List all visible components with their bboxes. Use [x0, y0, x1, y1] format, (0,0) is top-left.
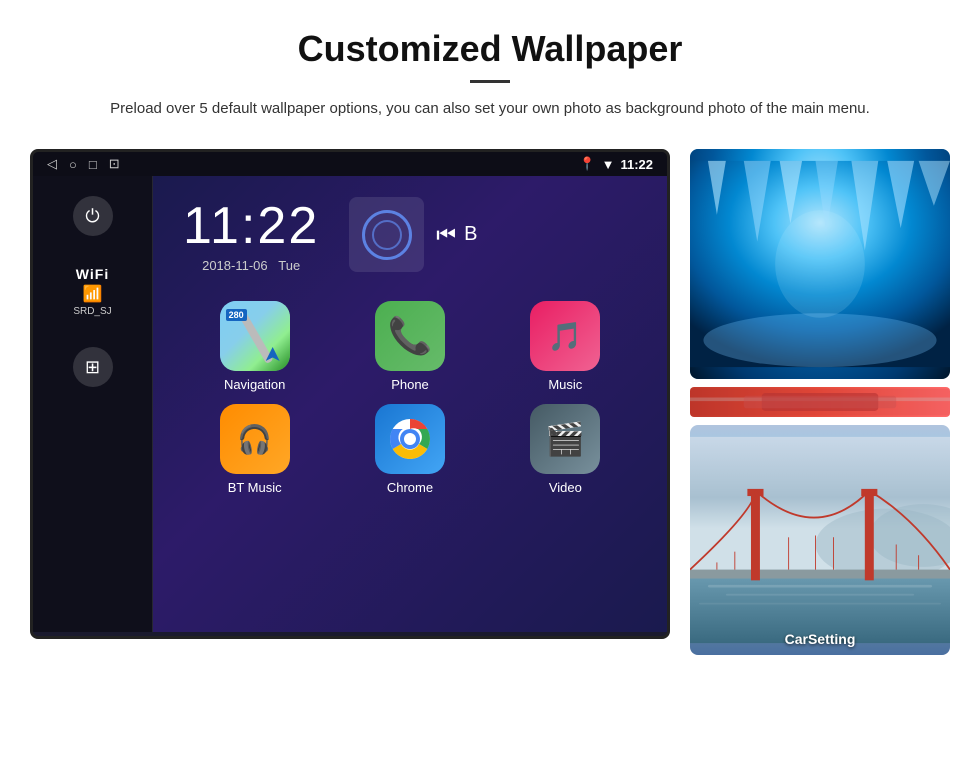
power-button[interactable]: ⏻ — [73, 196, 113, 236]
bridge-svg — [690, 425, 950, 655]
media-controls: ⏮ B — [436, 222, 477, 248]
carsetting-label: CarSetting — [690, 631, 950, 647]
clock-date: 2018-11-06 Tue — [183, 258, 319, 273]
clock-area: 11:22 2018-11-06 Tue — [163, 186, 657, 283]
wifi-widget: WiFi 📶 SRD_SJ — [73, 266, 111, 317]
video-label: Video — [549, 480, 582, 495]
status-bar-left: ◁ ○ □ ⊡ — [47, 156, 120, 172]
music-icon: 🎵 — [530, 301, 600, 371]
music-note-icon: 🎵 — [548, 320, 583, 353]
back-nav-icon[interactable]: ◁ — [47, 156, 57, 172]
video-icon: 🎬 — [530, 404, 600, 474]
chrome-logo-svg — [386, 415, 434, 463]
music-label: Music — [548, 377, 582, 392]
app-item-phone[interactable]: 📞 Phone — [338, 301, 481, 392]
video-clap-icon: 🎬 — [545, 420, 585, 458]
app-item-music[interactable]: 🎵 Music — [494, 301, 637, 392]
status-bar: ◁ ○ □ ⊡ 📍 ▼ 11:22 — [33, 152, 667, 176]
btmusic-icon: 🎧 — [220, 404, 290, 474]
bluetooth-icon: 🎧 — [237, 423, 272, 456]
wallpaper-preview-ice[interactable] — [690, 149, 950, 379]
page-title: Customized Wallpaper — [80, 28, 900, 70]
recent-nav-icon[interactable]: □ — [89, 157, 97, 172]
middle-strip-svg — [690, 387, 950, 417]
signal-ring-icon — [362, 210, 412, 260]
apps-grid-button[interactable]: ⊞ — [73, 347, 113, 387]
btmusic-label: BT Music — [228, 480, 282, 495]
app-item-chrome[interactable]: Chrome — [338, 404, 481, 495]
wallpaper-preview-bridge[interactable]: CarSetting — [690, 425, 950, 655]
sidebar: ⏻ WiFi 📶 SRD_SJ ⊞ — [33, 176, 153, 632]
wifi-label: WiFi — [73, 266, 111, 282]
media-widget: ⏮ B — [349, 197, 477, 272]
clock-time: 11:22 — [183, 196, 319, 256]
status-bar-right: 📍 ▼ 11:22 — [579, 156, 653, 172]
app-item-navigation[interactable]: 280 Navigation — [183, 301, 326, 392]
bridge-scene-background — [690, 425, 950, 655]
phone-label: Phone — [391, 377, 429, 392]
media-icon-box — [349, 197, 424, 272]
app-item-video[interactable]: 🎬 Video — [494, 404, 637, 495]
wallpaper-preview-middle[interactable] — [690, 387, 950, 417]
phone-icon: 📞 — [375, 301, 445, 371]
page-description: Preload over 5 default wallpaper options… — [80, 97, 900, 121]
home-screen-main: 11:22 2018-11-06 Tue — [153, 176, 667, 632]
home-nav-icon[interactable]: ○ — [69, 157, 77, 172]
chrome-icon — [375, 404, 445, 474]
clock-info: 11:22 2018-11-06 Tue — [183, 196, 319, 273]
app-item-btmusic[interactable]: 🎧 BT Music — [183, 404, 326, 495]
navigation-icon: 280 — [220, 301, 290, 371]
device-frame: ◁ ○ □ ⊡ 📍 ▼ 11:22 ⏻ WiFi 📶 SRD_SJ — [30, 149, 670, 639]
wifi-ssid: SRD_SJ — [73, 306, 111, 317]
status-time: 11:22 — [620, 157, 653, 172]
wifi-bars-icon: 📶 — [73, 284, 111, 304]
wifi-status-icon: ▼ — [602, 157, 615, 172]
chrome-label: Chrome — [387, 480, 433, 495]
app-grid: 280 Navigation 📞 Phone — [163, 293, 657, 503]
wallpaper-previews: CarSetting — [690, 149, 950, 655]
screenshot-icon[interactable]: ⊡ — [109, 156, 120, 172]
ice-cave-background — [690, 149, 950, 379]
nav-map-icon: 280 — [220, 301, 290, 371]
title-divider — [470, 80, 510, 83]
page-header: Customized Wallpaper Preload over 5 defa… — [0, 0, 980, 139]
location-icon: 📍 — [579, 156, 595, 172]
skip-prev-icon[interactable]: ⏮ — [436, 222, 456, 248]
track-label: B — [464, 223, 477, 246]
navigation-label: Navigation — [224, 377, 285, 392]
screen-content: ⏻ WiFi 📶 SRD_SJ ⊞ 11:22 2018-11-06 — [33, 176, 667, 632]
main-content: ◁ ○ □ ⊡ 📍 ▼ 11:22 ⏻ WiFi 📶 SRD_SJ — [0, 139, 980, 665]
signal-inner-icon — [372, 220, 402, 250]
nav-badge: 280 — [226, 309, 247, 321]
ice-cave-svg — [690, 149, 950, 379]
